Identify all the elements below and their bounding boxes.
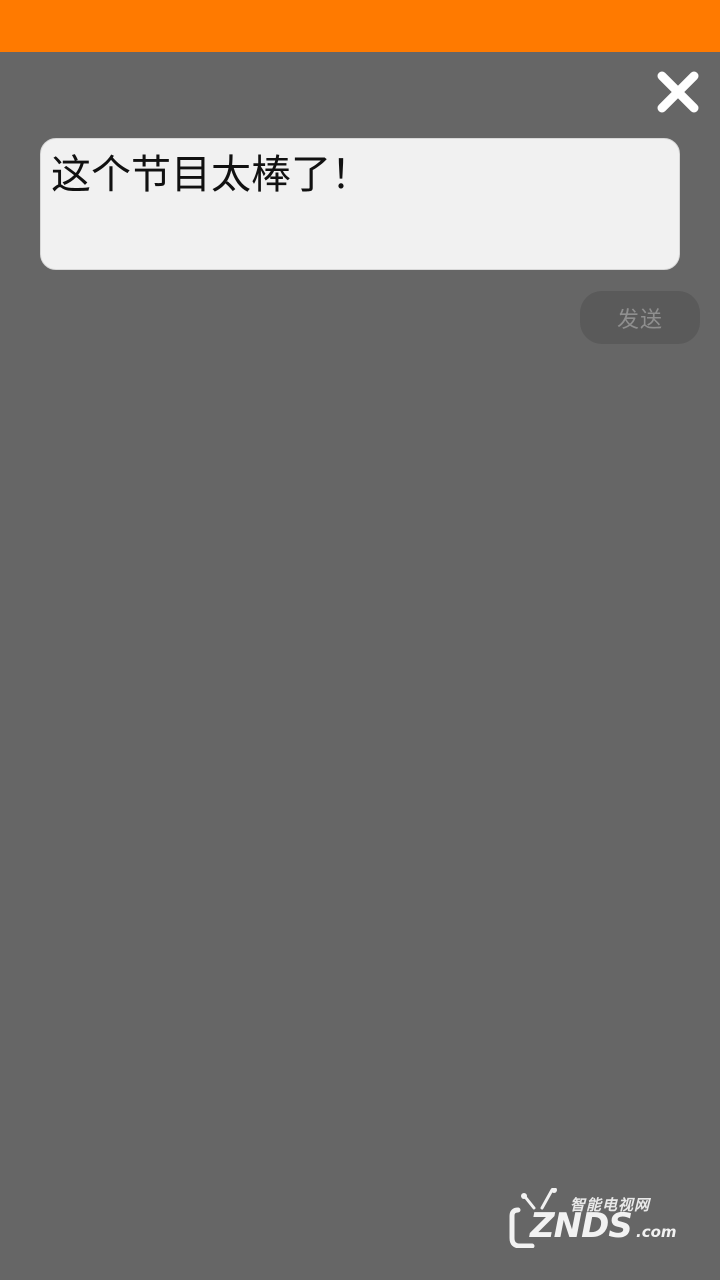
top-status-bar — [0, 0, 720, 52]
comment-input-text: 这个节目太棒了！ — [51, 152, 371, 198]
close-button[interactable] — [652, 66, 704, 118]
close-icon — [652, 66, 704, 118]
comment-screen: 这个节目太棒了！ 发送 智能电视网 ZNDS .com — [0, 0, 720, 1280]
watermark-brand-text: ZNDS — [530, 1206, 633, 1246]
comment-input[interactable]: 这个节目太棒了！ — [40, 138, 680, 270]
send-button[interactable]: 发送 — [580, 291, 700, 344]
watermark-domain-text: .com — [636, 1223, 677, 1241]
znds-watermark: 智能电视网 ZNDS .com — [506, 1178, 686, 1252]
